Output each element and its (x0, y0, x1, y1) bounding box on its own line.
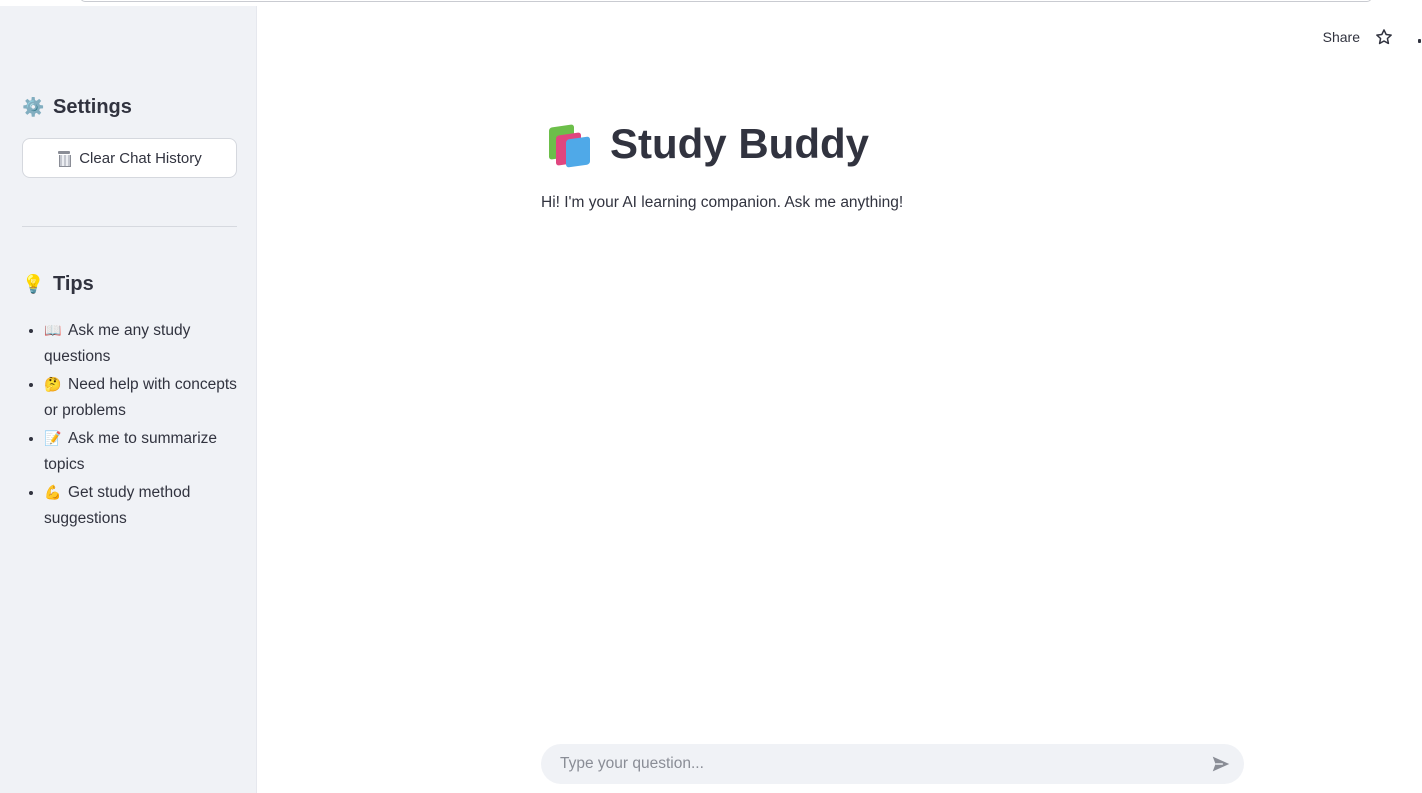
chat-input[interactable] (558, 754, 1210, 774)
memo-icon: 📝 (44, 430, 62, 446)
send-icon[interactable] (1210, 753, 1232, 775)
open-book-icon: 📖 (44, 322, 62, 338)
tip-item: 💪Get study method suggestions (44, 480, 242, 531)
sidebar-divider (22, 226, 237, 227)
flexed-biceps-icon: 💪 (44, 484, 62, 500)
more-menu-icon[interactable] (1416, 27, 1422, 47)
gear-icon: ⚙️ (22, 97, 45, 117)
tips-heading: 💡 Tips (22, 273, 94, 296)
header-actions: Share (1323, 26, 1422, 48)
star-icon[interactable] (1374, 27, 1394, 47)
tip-item: 📝Ask me to summarize topics (44, 426, 242, 477)
sidebar: ⚙️ Settings Clear Chat History 💡 Tips 📖A… (0, 6, 257, 793)
tips-list: 📖Ask me any study questions 🤔Need help w… (22, 318, 242, 534)
page-subtitle: Hi! I'm your AI learning companion. Ask … (541, 194, 904, 211)
page-title: Study Buddy (546, 120, 869, 168)
tip-item: 📖Ask me any study questions (44, 318, 242, 369)
clear-chat-history-label: Clear Chat History (79, 149, 202, 167)
thinking-face-icon: 🤔 (44, 376, 62, 392)
tip-text: Need help with concepts or problems (44, 376, 237, 419)
settings-heading: ⚙️ Settings (22, 96, 132, 119)
books-icon (546, 122, 594, 168)
address-bar-edge (80, 0, 1372, 2)
tip-item: 🤔Need help with concepts or problems (44, 372, 242, 423)
wastebasket-icon (57, 150, 72, 167)
lightbulb-icon: 💡 (22, 274, 45, 294)
settings-title: Settings (53, 96, 132, 118)
tips-title: Tips (53, 273, 94, 295)
tip-text: Ask me any study questions (44, 322, 191, 365)
share-button[interactable]: Share (1323, 29, 1360, 45)
chat-input-container (541, 744, 1244, 784)
clear-chat-history-button[interactable]: Clear Chat History (22, 138, 237, 178)
tip-text: Ask me to summarize topics (44, 430, 218, 473)
page-title-text: Study Buddy (610, 120, 869, 167)
tip-text: Get study method suggestions (44, 484, 191, 527)
